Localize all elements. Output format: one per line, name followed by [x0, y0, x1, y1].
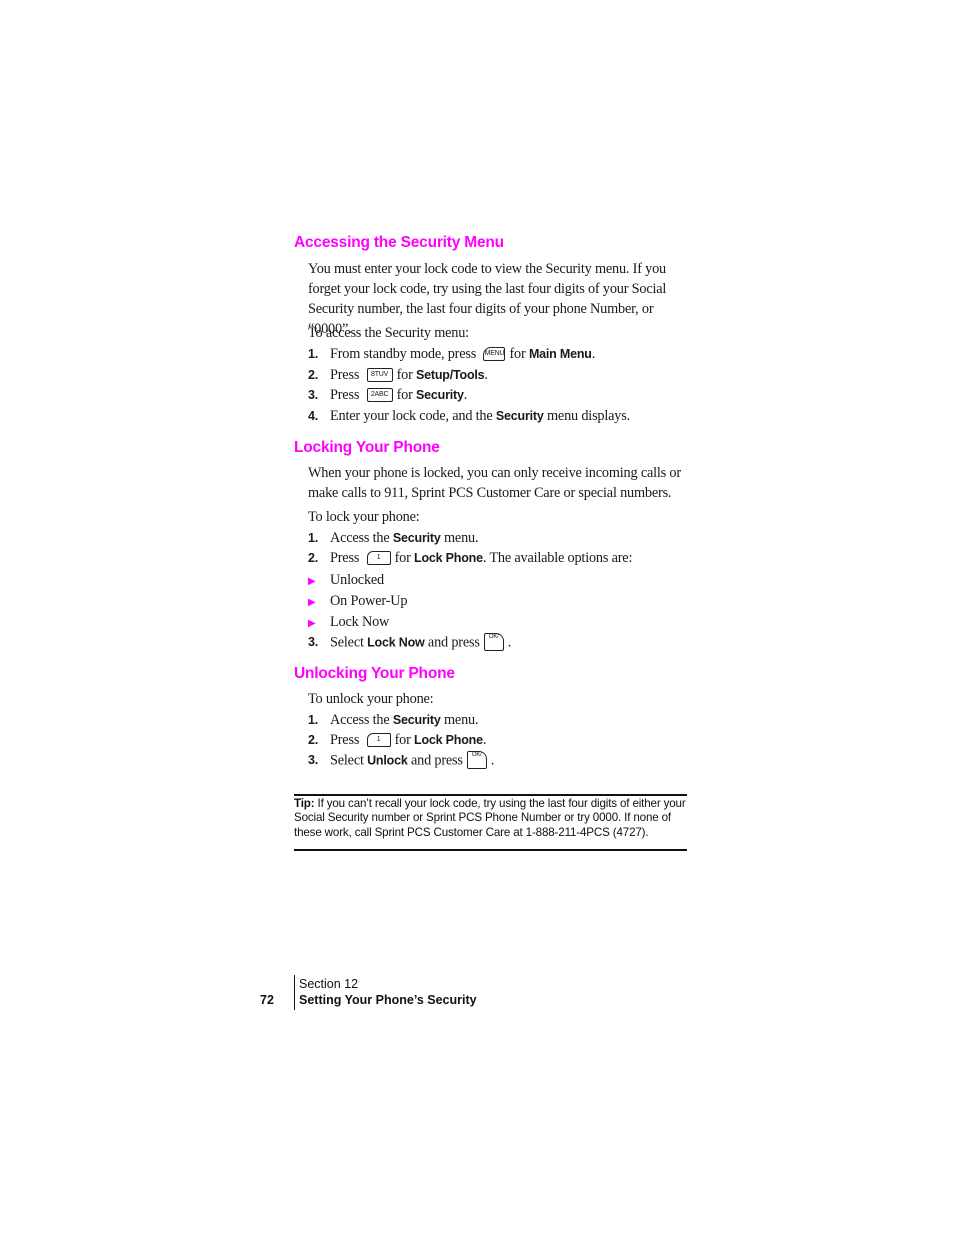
option-text: On Power-Up [330, 593, 408, 609]
menu-key-icon: MENU [483, 346, 506, 361]
footer-section-title: Setting Your Phone’s Security [299, 993, 477, 1007]
locking-step-2: 2. Press 1 for Lock Phone. The available o… [308, 550, 632, 567]
lock-option-lock-now: ▶ Lock Now [308, 614, 389, 631]
step-text: Enter your lock code, and the [330, 408, 493, 424]
tip-label: Tip: [294, 797, 315, 810]
accessing-step-4: 4. Enter your lock code, and the Security… [308, 408, 630, 425]
step-text: for [509, 346, 526, 362]
step-text: menu. [444, 530, 479, 546]
step-text: menu displays. [547, 408, 630, 424]
accessing-step-1: 1. From standby mode, press MENU for Main … [308, 346, 595, 363]
step-text: Access the [330, 530, 390, 546]
tip-bottom-rule [294, 849, 687, 851]
step-text: Select [330, 634, 364, 651]
step-number: 1. [308, 347, 319, 361]
tip-text: If you can’t recall your lock code, try … [294, 797, 686, 839]
step-text: Press [330, 367, 360, 383]
step-bold-term: Security [495, 409, 544, 423]
step-text: and press [410, 752, 463, 769]
step-text: . [484, 367, 488, 383]
step-bold-term: Main Menu [528, 347, 592, 361]
unlocking-step-1: 1. Access the Security menu. [308, 712, 479, 729]
locking-intro-paragraph: When your phone is locked, you can only … [308, 465, 681, 501]
step-number: 1. [308, 713, 319, 727]
step-number: 3. [308, 388, 319, 402]
step-bold-term: Lock Phone [414, 551, 483, 565]
ok-key-icon: OK/ [483, 633, 504, 651]
heading-locking-your-phone: Locking Your Phone [294, 439, 440, 456]
step-number: 2. [308, 551, 319, 565]
step-text: . The available options are: [482, 550, 633, 566]
step-bold-term: Lock Phone [414, 733, 483, 747]
step-bold-term: Security [392, 713, 441, 727]
step-text: . [482, 732, 487, 748]
step-text: Select [330, 752, 364, 769]
step-text: Press [330, 387, 360, 403]
key-2-icon: 2ABC [366, 387, 393, 402]
step-text: for [394, 732, 411, 748]
accessing-lead: To access the Security menu: [308, 325, 469, 341]
key-8-icon: 8TUV [366, 367, 393, 382]
page-number: 72 [260, 993, 274, 1007]
locking-step-1: 1. Access the Security menu. [308, 530, 479, 547]
step-bold-term: Setup/Tools [416, 368, 485, 382]
locking-lead: To lock your phone: [308, 509, 420, 525]
step-number: 2. [308, 733, 319, 747]
step-text: From standby mode, press [330, 346, 477, 362]
step-text: . [463, 387, 468, 403]
step-text: menu. [444, 712, 479, 728]
tip-box: Tip: If you can’t recall your lock code,… [294, 797, 694, 840]
option-text: Lock Now [330, 614, 390, 630]
unlocking-step-3: 3. Select Unlock and press OK/. [308, 751, 495, 770]
option-text: Unlocked [330, 572, 384, 588]
locking-step-3: 3. Select Lock Now and press OK/. [308, 633, 512, 652]
step-text: . [591, 346, 596, 362]
unlocking-step-2: 2. Press 1 for Lock Phone. [308, 732, 486, 749]
lock-option-on-power-up: ▶ On Power-Up [308, 593, 408, 610]
step-text: Access the [330, 712, 390, 728]
unlocking-lead: To unlock your phone: [308, 691, 434, 707]
step-bold-term: Security [392, 531, 441, 545]
heading-accessing-security-menu: Accessing the Security Menu [294, 234, 504, 251]
step-bold-term: Unlock [367, 753, 408, 768]
heading-unlocking-your-phone: Unlocking Your Phone [294, 665, 455, 682]
lock-option-unlocked: ▶ Unlocked [308, 572, 384, 589]
step-text: Press [330, 550, 360, 566]
key-1-icon: 1 [366, 732, 391, 747]
step-text: Press [330, 732, 360, 748]
step-number: 2. [308, 368, 319, 382]
triangle-bullet-icon: ▶ [308, 597, 316, 608]
step-number: 3. [308, 635, 319, 650]
step-number: 4. [308, 409, 319, 423]
tip-top-rule [294, 794, 687, 796]
footer-divider [294, 975, 295, 1010]
accessing-step-2: 2. Press 8TUV for Setup/Tools. [308, 367, 488, 384]
key-1-icon: 1 [366, 550, 391, 565]
step-bold-term: Security [416, 388, 464, 402]
step-text: for [396, 367, 413, 383]
footer-section-label: Section 12 [299, 977, 359, 991]
step-number: 1. [308, 531, 319, 545]
ok-key-icon: OK/ [466, 751, 487, 769]
triangle-bullet-icon: ▶ [308, 576, 316, 587]
step-text: . [507, 634, 512, 651]
step-text: and press [427, 634, 480, 651]
step-text: for [396, 387, 413, 403]
step-text: . [490, 752, 495, 769]
triangle-bullet-icon: ▶ [308, 618, 316, 629]
step-bold-term: Lock Now [367, 635, 425, 650]
accessing-step-3: 3. Press 2ABC for Security. [308, 387, 467, 404]
step-number: 3. [308, 753, 319, 768]
step-text: for [394, 550, 411, 566]
